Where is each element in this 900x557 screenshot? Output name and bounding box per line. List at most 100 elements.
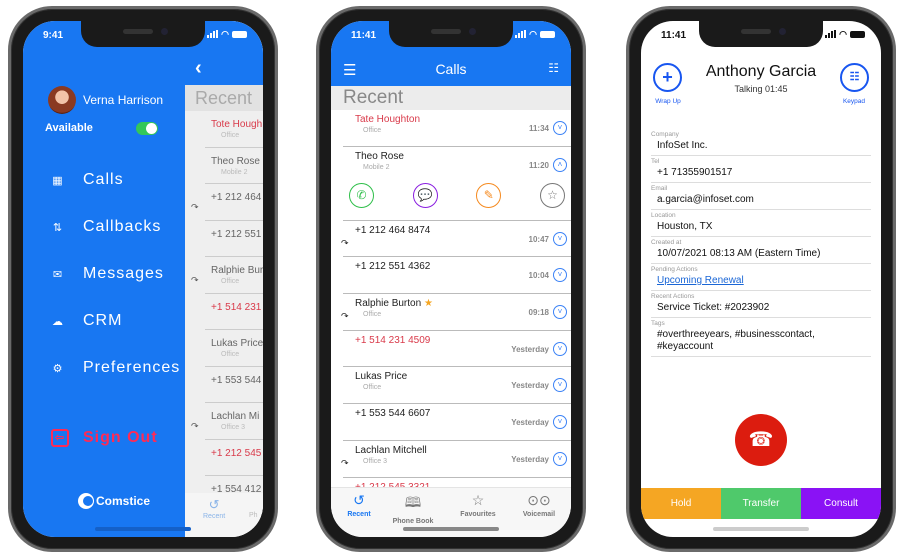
contact-name: Lachlan Mi [211,411,260,422]
tab-recent[interactable]: ↺ Recent [203,497,225,520]
contact-field: Location Houston, TX [651,210,871,237]
list-item[interactable]: +1 514 231 [205,294,263,330]
forwarded-arrow-icon: ↷ [341,457,349,468]
status-icons: ◠ [515,29,555,39]
phone-recent-calls: 11:41 ◠ ☰ Calls ☷ Recent Tate Houghton Of… [316,6,586,552]
call-row[interactable]: Theo Rose Mobile 2 11:20 ˄ ✆ 💬 ✎ ☆ [343,147,571,221]
hold-button[interactable]: Hold [641,488,721,519]
chevron-down-icon[interactable]: ˅ [553,451,567,466]
chevron-down-icon[interactable]: ˅ [553,415,567,430]
screen: 11:41 ◠ ☰ Calls ☷ Recent Tate Houghton Of… [331,21,571,537]
field-label: Tags [651,320,665,327]
call-row[interactable]: ↷ Ralphie Burton ★ Office 09:18 ˅ [341,294,571,331]
tab-favourites[interactable]: ☆ Favourites [448,492,508,518]
contact-name: +1 212 545 [211,447,262,459]
field-value: #overthreeyears, #businesscontact, #keya… [657,329,815,352]
menu-item-preferences[interactable]: ⚙ Preferences [51,359,180,377]
menu-item-calls[interactable]: ▦ Calls [51,171,124,189]
contact-name: Ralphie Bur [211,265,263,276]
recent-list: Tote Hough Office Theo Rose Mobile 2 ↷ +1 212… [185,111,263,513]
chevron-down-icon[interactable]: ˅ [553,378,567,393]
contact-subtitle: Office [363,384,382,392]
chevron-down-icon[interactable]: ˅ [553,121,567,135]
contact-field: Pending Actions Upcoming Renewal [651,264,871,291]
signal-icon [207,30,219,38]
call-actions-bar: Hold Transfer Consult [641,488,881,519]
list-item[interactable]: ↷ +1 212 464 [191,184,263,221]
field-label: Company [651,131,679,138]
phone-icon[interactable]: ✆ [349,182,374,208]
call-row[interactable]: +1 553 544 6607 Yesterday ˅ [343,404,571,441]
status-time: 9:41 [43,30,64,41]
wifi-icon: ◠ [839,29,847,39]
call-status: Talking 01:45 [734,84,788,94]
menu-item-crm[interactable]: ☁ CRM [51,312,122,330]
back-chevron-icon[interactable]: ‹ [195,57,202,80]
sign-out-button[interactable]: ⇦ Sign Out [51,429,158,447]
tab-recent[interactable]: ↺ Recent [331,492,389,518]
signal-icon [515,30,527,38]
transfer-button[interactable]: Transfer [721,488,801,519]
chevron-down-icon[interactable]: ˅ [553,231,567,246]
field-label: Email [651,185,668,192]
status-icons: ◠ [207,29,247,39]
comstice-logo: Comstice [78,493,150,509]
battery-icon [850,30,865,38]
availability-toggle[interactable] [136,122,158,135]
list-item[interactable]: Theo Rose Mobile 2 [205,148,263,184]
grid-icon: ▦ [52,174,64,187]
contact-name: +1 212 464 8474 [355,224,431,236]
list-item[interactable]: ↷ Ralphie Bur Office [191,257,263,294]
list-item[interactable]: Tote Hough Office [205,111,263,148]
contact-subtitle: Mobile 2 [221,168,248,176]
contact-subtitle: Office 3 [363,457,387,465]
call-row[interactable]: +1 212 551 4362 10:04 ˅ [343,257,571,295]
tab-bar: ↺ Recent Ph [185,493,263,537]
contact-name: Lachlan Mitchell [355,444,427,456]
call-row[interactable]: ↷ +1 212 464 8474 10:47 ˅ [341,221,571,258]
chevron-down-icon[interactable]: ˅ [553,305,567,320]
dialpad-grid-icon[interactable]: ☷ [548,61,559,75]
tab-phone-book[interactable]: 🕮 Phone Book [383,492,443,525]
wifi-icon: ◠ [529,29,537,39]
call-row[interactable]: ↷ Lachlan Mitchell Office 3 Yesterday ˅ [341,441,571,478]
call-header: Anthony Garcia Talking 01:45 [641,63,881,94]
chevron-up-icon[interactable]: ˄ [553,157,567,172]
avatar[interactable] [48,86,76,114]
call-row[interactable]: Tate Houghton Office 11:34 ˅ [343,110,571,147]
chevron-down-icon[interactable]: ˅ [553,268,567,283]
contact-name: +1 553 544 6607 [355,408,431,420]
field-link[interactable]: Upcoming Renewal [651,275,871,287]
tab-voicemail[interactable]: ⊙⊙ Voicemail [509,492,569,518]
star-outline-icon[interactable]: ☆ [539,182,565,208]
menu-item-messages[interactable]: ✉ Messages [51,265,164,283]
list-item[interactable]: +1 553 544 [205,367,263,403]
call-row[interactable]: Lukas Price Office Yesterday ˅ [343,367,571,405]
envelope-icon: ✉ [52,268,64,281]
contact-field: Email a.garcia@infoset.com [651,183,871,210]
field-value: a.garcia@infoset.com [657,194,754,205]
hang-up-button[interactable]: ☎ [735,414,787,466]
list-item[interactable]: Lukas Price Office [205,330,263,367]
forwarded-arrow-icon: ↷ [191,421,199,431]
contact-subtitle: Office [221,351,240,358]
logo-mark-icon [78,493,94,509]
list-item[interactable]: +1 212 545 [205,440,263,476]
call-row[interactable]: +1 514 231 4509 Yesterday ˅ [343,331,571,368]
contact-field: Recent Actions Service Ticket: #2023902 [651,291,871,318]
contact-subtitle: Mobile 2 [363,163,390,171]
user-name: Verna Harrison [83,93,164,107]
consult-button[interactable]: Consult [801,488,881,519]
sign-out-icon: ⇦ [51,429,69,447]
tab-phone-book[interactable]: Ph [249,497,258,519]
list-item[interactable]: +1 212 551 [205,221,263,257]
list-item[interactable]: ↷ Lachlan Mi Office 3 [191,403,263,440]
wifi-icon: ◠ [221,29,229,39]
message-icon[interactable]: 💬 [412,182,438,208]
menu-item-callbacks[interactable]: ⇅ Callbacks [51,218,161,236]
phone-hangup-icon: ☎ [748,429,774,451]
side-drawer: Verna Harrison Available ▦ Calls ⇅ Callb… [23,21,185,537]
chevron-down-icon[interactable]: ˅ [553,341,567,356]
forwarded-arrow-icon: ↷ [341,311,349,322]
note-icon[interactable]: ✎ [476,182,502,208]
